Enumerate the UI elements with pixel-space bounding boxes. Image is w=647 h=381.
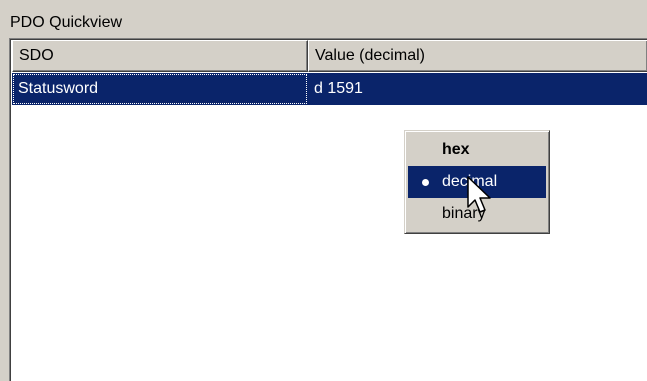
column-header-sdo[interactable]: SDO — [12, 40, 308, 72]
radio-dot-icon — [422, 179, 429, 186]
list-header: SDO Value (decimal) — [12, 40, 647, 72]
panel-title: PDO Quickview — [10, 14, 123, 31]
menu-item-decimal[interactable]: decimal — [408, 166, 546, 198]
cell-sdo-name[interactable]: Statusword — [12, 73, 308, 105]
table-row[interactable]: Statusword d 1591 — [12, 73, 647, 105]
cell-value[interactable]: d 1591 — [308, 73, 647, 105]
column-header-value[interactable]: Value (decimal) — [308, 40, 647, 72]
menu-item-label: decimal — [442, 173, 498, 190]
sdo-list-view[interactable]: SDO Value (decimal) Statusword d 1591 — [9, 38, 647, 381]
menu-item-label: hex — [442, 141, 470, 158]
menu-item-label: binary — [442, 205, 486, 222]
format-context-menu: hex decimal binary — [404, 130, 550, 234]
pdo-quickview-panel: PDO Quickview SDO Value (decimal) Status… — [0, 0, 647, 381]
menu-item-hex[interactable]: hex — [408, 134, 546, 166]
menu-item-binary[interactable]: binary — [408, 198, 546, 230]
